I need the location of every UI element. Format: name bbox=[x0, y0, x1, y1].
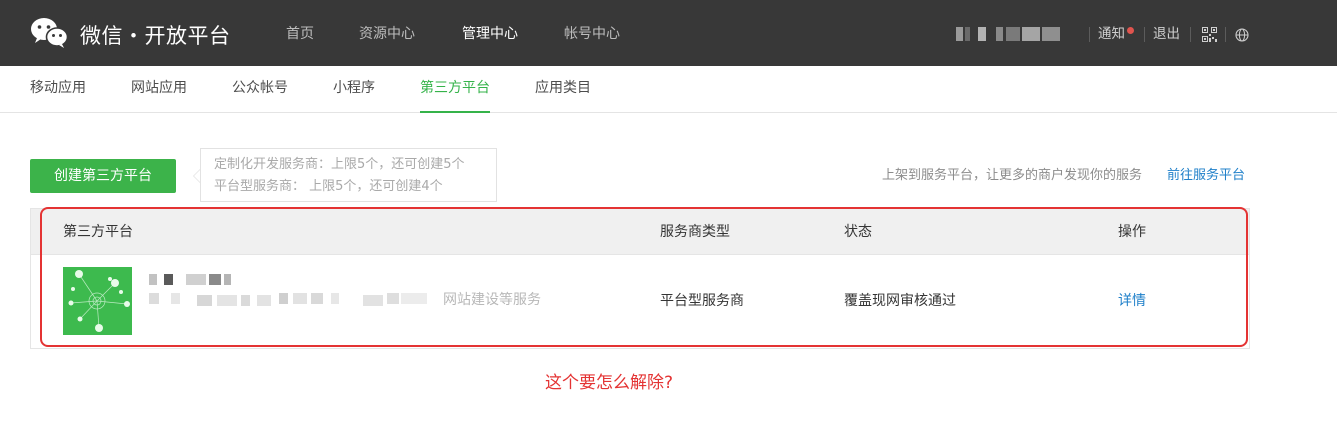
qrcode-icon[interactable] bbox=[1202, 27, 1217, 42]
quota-platform: 平台型服务商： 上限5个，还可创建4个 bbox=[214, 179, 443, 194]
brand-title[interactable]: 微信・开放平台 bbox=[80, 20, 231, 50]
tab-third-party-platform[interactable]: 第三方平台 bbox=[420, 66, 490, 113]
tab-website-apps[interactable]: 网站应用 bbox=[131, 66, 187, 113]
logout-link[interactable]: 退出 bbox=[1153, 0, 1180, 66]
nav-management[interactable]: 管理中心 bbox=[462, 0, 518, 66]
globe-icon[interactable] bbox=[1235, 28, 1249, 42]
notice-link[interactable]: 通知 bbox=[1098, 0, 1125, 66]
annotation-question: 这个要怎么解除? bbox=[545, 373, 674, 393]
go-to-service-platform-link[interactable]: 前往服务平台 bbox=[1167, 164, 1245, 183]
divider bbox=[1225, 27, 1226, 42]
notification-dot bbox=[1127, 27, 1134, 34]
nav-account[interactable]: 帐号中心 bbox=[564, 0, 620, 66]
quota-tooltip: 定制化开发服务商：上限5个，还可创建5个 平台型服务商： 上限5个，还可创建4个 bbox=[200, 148, 497, 202]
tab-app-categories[interactable]: 应用类目 bbox=[535, 66, 591, 113]
create-third-party-platform-button[interactable]: 创建第三方平台 bbox=[30, 159, 176, 193]
highlight-box bbox=[40, 207, 1248, 347]
nav-resources[interactable]: 资源中心 bbox=[359, 0, 415, 66]
nav-home[interactable]: 首页 bbox=[286, 0, 314, 66]
wechat-logo-icon[interactable] bbox=[30, 17, 68, 49]
account-name-blurred[interactable] bbox=[956, 27, 1060, 41]
divider bbox=[1089, 27, 1090, 42]
divider bbox=[1190, 27, 1191, 42]
tooltip-arrow bbox=[193, 169, 200, 183]
top-bar: 微信・开放平台 首页 资源中心 管理中心 帐号中心 通知 退出 bbox=[0, 0, 1337, 66]
promo-text: 上架到服务平台，让更多的商户发现你的服务 bbox=[882, 168, 1143, 183]
quota-custom-dev: 定制化开发服务商：上限5个，还可创建5个 bbox=[214, 157, 465, 172]
sub-navigation: 移动应用 网站应用 公众帐号 小程序 第三方平台 应用类目 bbox=[0, 66, 1337, 113]
tab-official-accounts[interactable]: 公众帐号 bbox=[232, 66, 288, 113]
tab-mini-programs[interactable]: 小程序 bbox=[333, 66, 375, 113]
divider bbox=[1144, 27, 1145, 42]
tab-mobile-apps[interactable]: 移动应用 bbox=[30, 66, 86, 113]
